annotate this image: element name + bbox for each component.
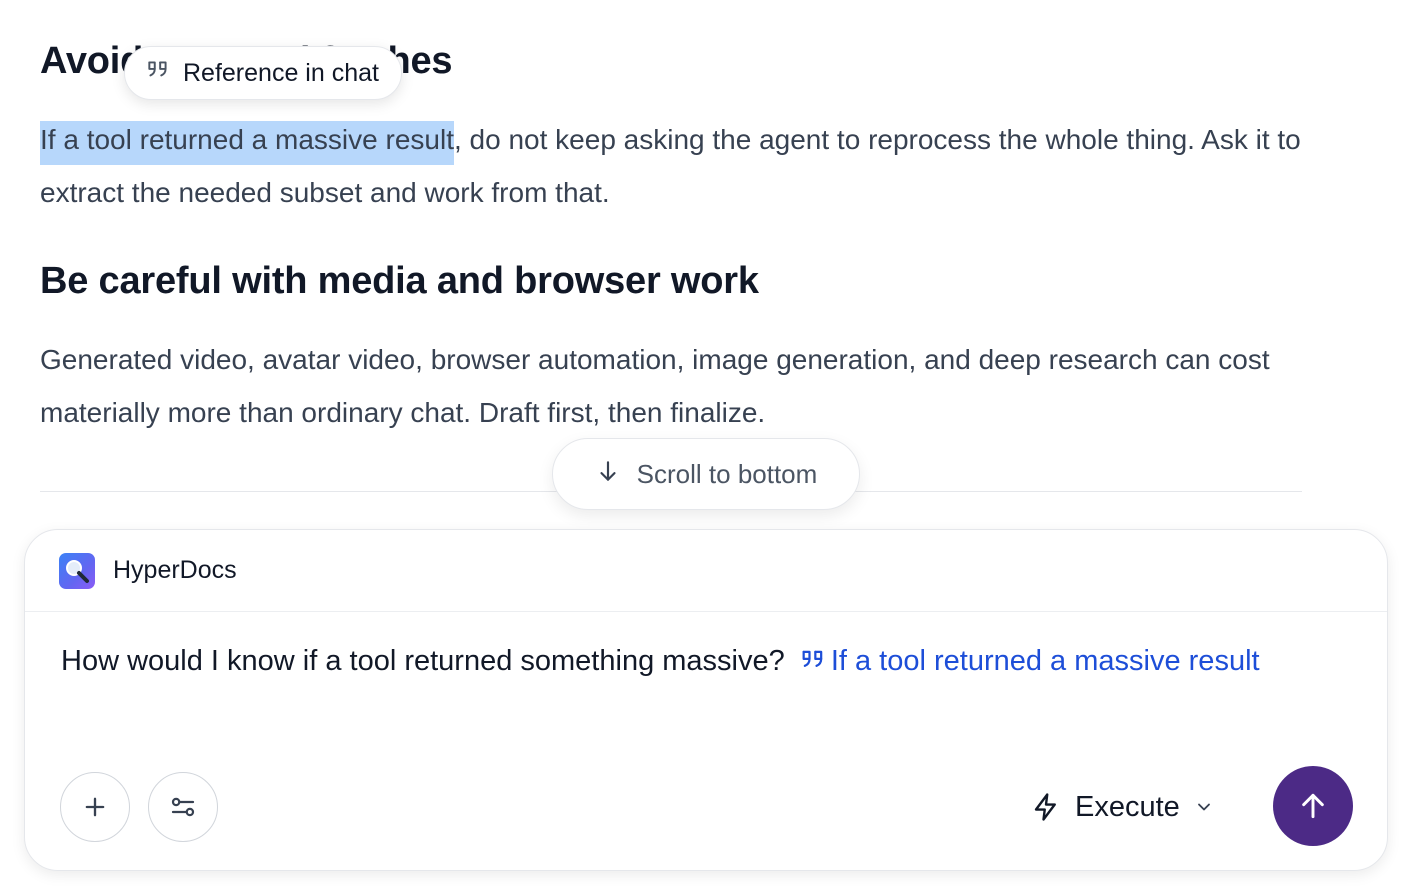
chat-composer: HyperDocs How would I know if a tool ret… — [24, 529, 1388, 871]
section-heading-media-browser: Be careful with media and browser work — [40, 260, 759, 302]
paragraph-tool-results: If a tool returned a massive result, do … — [40, 113, 1302, 219]
lightning-icon — [1034, 793, 1056, 821]
sliders-icon — [171, 797, 195, 817]
add-attachment-button[interactable] — [60, 772, 130, 842]
app-name: HyperDocs — [113, 556, 237, 584]
mode-selector[interactable]: Execute — [1031, 782, 1214, 832]
scroll-to-bottom-label: Scroll to bottom — [636, 458, 818, 489]
reference-chip-label: If a tool returned a massive result — [830, 645, 1260, 677]
selected-text[interactable]: If a tool returned a massive result — [40, 121, 454, 165]
reference-in-chat-button[interactable]: Reference in chat — [124, 46, 402, 100]
quote-icon — [802, 650, 823, 667]
composer-header: HyperDocs — [25, 530, 1387, 612]
message-input[interactable]: How would I know if a tool returned some… — [61, 638, 1351, 684]
mode-label: Execute — [1075, 790, 1180, 823]
scroll-to-bottom-button[interactable]: Scroll to bottom — [552, 438, 860, 510]
arrow-up-icon — [1302, 793, 1324, 819]
arrow-down-icon — [595, 458, 621, 491]
chevron-down-icon — [1197, 803, 1210, 811]
quote-icon — [145, 57, 171, 90]
paragraph-media-cost: Generated video, avatar video, browser a… — [40, 344, 1270, 428]
page: Avoid repeated fetches If a tool returne… — [0, 0, 1406, 894]
reference-in-chat-label: Reference in chat — [183, 58, 379, 87]
send-button[interactable] — [1273, 766, 1353, 846]
message-text: How would I know if a tool returned some… — [61, 645, 785, 677]
plus-icon — [85, 797, 105, 817]
settings-sliders-button[interactable] — [148, 772, 218, 842]
hyperdocs-logo-icon — [59, 552, 95, 589]
reference-chip[interactable]: If a tool returned a massive result — [799, 645, 1260, 677]
